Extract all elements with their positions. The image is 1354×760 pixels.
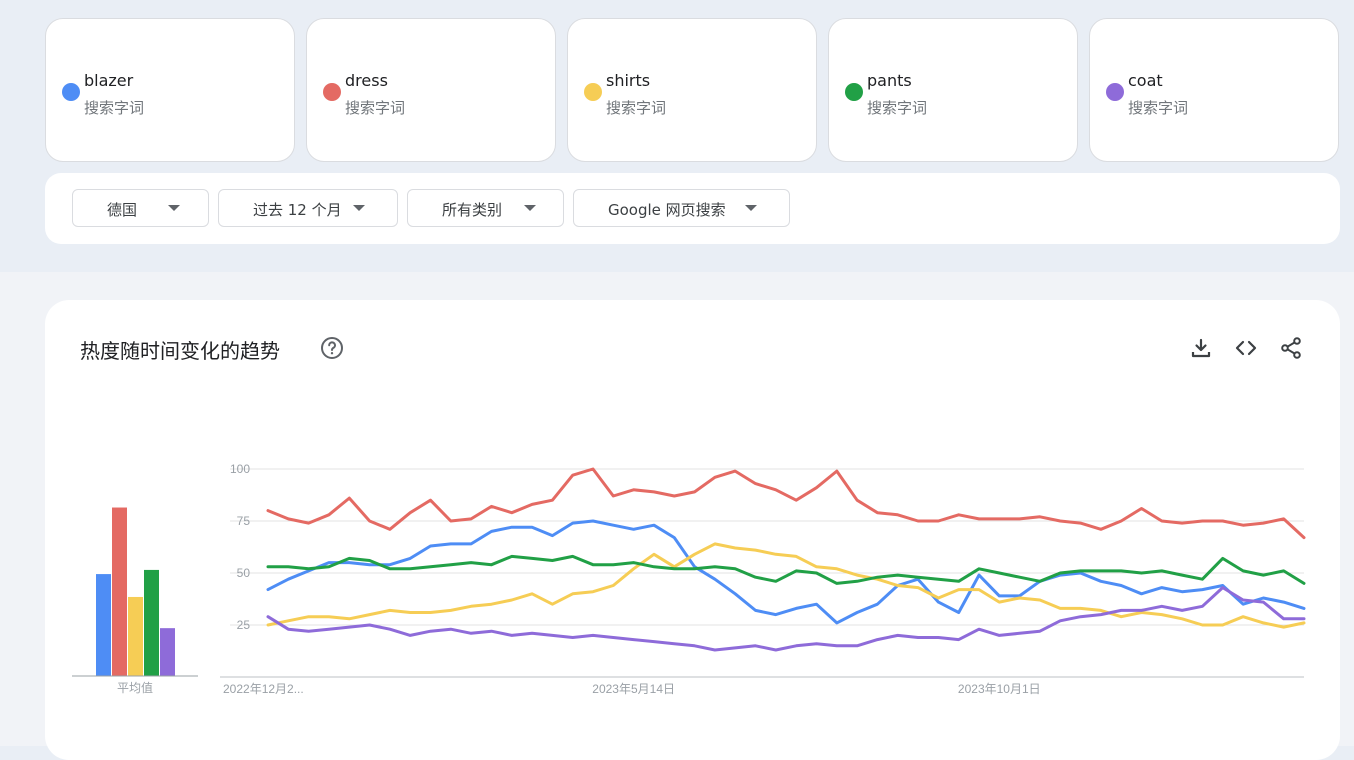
search-term-name: blazer: [84, 71, 134, 90]
time-range-dropdown[interactable]: 过去 12 个月: [218, 189, 398, 227]
trend-line-chart: 25 50 75 100 2022年12月2... 2023年5月14日 2023年10月1…: [220, 462, 1306, 696]
filter-bar: 德国 过去 12 个月 所有类别 Google 网页搜索: [45, 173, 1340, 244]
y-tick-label: 25: [237, 618, 251, 632]
code-icon[interactable]: [1234, 336, 1258, 360]
search-term-card-coat[interactable]: coat 搜索字词: [1089, 18, 1339, 162]
search-term-card-blazer[interactable]: blazer 搜索字词: [45, 18, 295, 162]
search-term-subtitle: 搜索字词: [606, 99, 667, 117]
time-range-label: 过去 12 个月: [253, 201, 342, 219]
search-term-subtitle: 搜索字词: [84, 99, 145, 117]
search-term-subtitle: 搜索字词: [867, 99, 928, 117]
series-line-shirts: [266, 542, 1306, 629]
category-label: 所有类别: [442, 201, 503, 219]
search-term-subtitle: 搜索字词: [1128, 99, 1189, 117]
region-dropdown[interactable]: 德国: [72, 189, 209, 227]
y-tick-label: 75: [237, 514, 251, 528]
average-bar-chart: 平均值: [72, 507, 198, 695]
average-bar-shirts: [128, 596, 143, 676]
series-color-dot: [584, 83, 602, 101]
y-tick-label: 100: [230, 462, 250, 476]
series-line-coat: [266, 586, 1306, 652]
search-type-dropdown[interactable]: Google 网页搜索: [573, 189, 790, 227]
search-term-name: dress: [345, 71, 388, 90]
search-term-subtitle: 搜索字词: [345, 99, 406, 117]
series-color-dot: [323, 83, 341, 101]
chart-title: 热度随时间变化的趋势: [80, 339, 280, 363]
x-tick-label: 2022年12月2...: [223, 682, 304, 696]
search-term-name: shirts: [606, 71, 651, 90]
average-bar-dress: [112, 507, 127, 676]
series-line-pants: [266, 554, 1306, 585]
x-tick-label: 2023年10月1日: [958, 682, 1041, 696]
chevron-down-icon: [745, 205, 757, 211]
series-color-dot: [62, 83, 80, 101]
category-dropdown[interactable]: 所有类别: [407, 189, 564, 227]
search-term-card-shirts[interactable]: shirts 搜索字词: [567, 18, 817, 162]
search-term-card-pants[interactable]: pants 搜索字词: [828, 18, 1078, 162]
series-color-dot: [845, 83, 863, 101]
search-type-label: Google 网页搜索: [608, 201, 726, 219]
chevron-down-icon: [168, 205, 180, 211]
y-tick-label: 50: [237, 566, 251, 580]
average-label: 平均值: [117, 680, 153, 695]
series-color-dot: [1106, 83, 1124, 101]
chevron-down-icon: [524, 205, 536, 211]
average-bar-coat: [160, 628, 175, 676]
average-bar-pants: [144, 569, 159, 676]
search-term-name: coat: [1128, 71, 1163, 90]
average-bar-blazer: [96, 574, 111, 676]
chevron-down-icon: [353, 205, 365, 211]
download-icon[interactable]: [1189, 336, 1213, 360]
x-tick-label: 2023年5月14日: [592, 682, 675, 696]
region-label: 德国: [107, 201, 138, 219]
share-icon[interactable]: [1279, 336, 1303, 360]
search-term-card-dress[interactable]: dress 搜索字词: [306, 18, 556, 162]
series-line-dress: [266, 467, 1306, 540]
search-term-name: pants: [867, 71, 912, 90]
help-circle-icon[interactable]: [320, 336, 344, 360]
